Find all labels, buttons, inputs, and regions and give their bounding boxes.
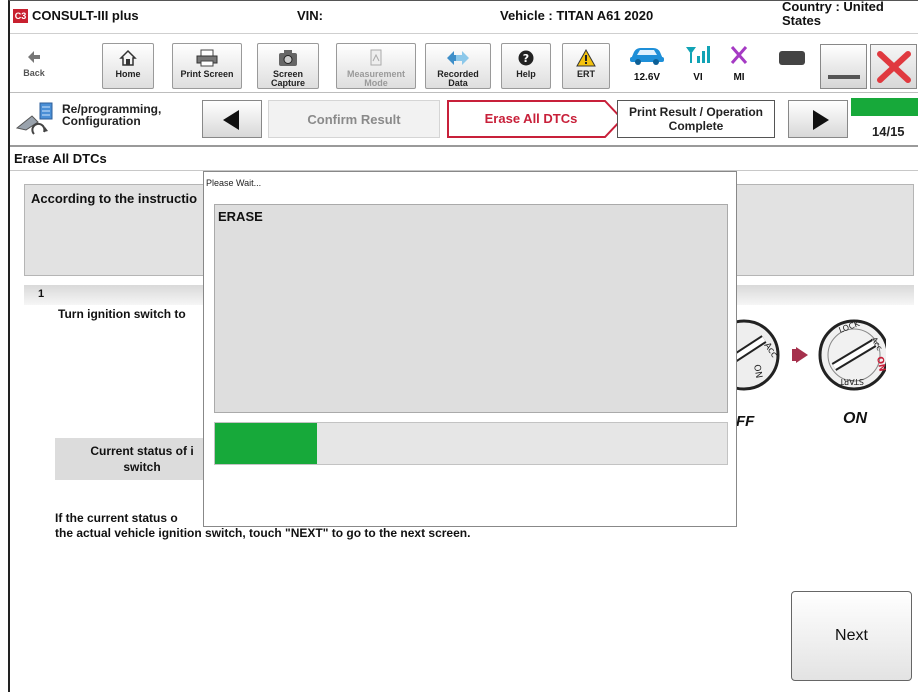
- ert-label: ERT: [577, 69, 595, 79]
- warning-icon: [563, 44, 609, 70]
- measurement-icon: [337, 44, 415, 70]
- left-arrow-icon: [221, 109, 243, 136]
- instruction-heading: According to the instructio: [31, 191, 198, 206]
- mi-status: MI: [722, 44, 756, 83]
- vin-label: VIN:: [297, 8, 323, 23]
- minimize-button[interactable]: [820, 44, 867, 89]
- connector-icon: [779, 51, 805, 65]
- dialog-message-box: ERASE: [214, 204, 728, 413]
- next-instruction-line-2: the actual vehicle ignition switch, touc…: [55, 526, 471, 540]
- help-button[interactable]: ? Help: [501, 43, 551, 89]
- home-icon: [103, 44, 153, 70]
- home-label: Home: [115, 69, 141, 79]
- breadcrumb-title: Re/programming, Configuration: [62, 102, 162, 128]
- country-label: Country : United States: [782, 0, 884, 28]
- step-instruction: Turn ignition switch to: [58, 307, 186, 321]
- next-button[interactable]: Next: [791, 591, 912, 681]
- step-navigation-bar: Re/programming, Configuration Confirm Re…: [10, 93, 918, 147]
- svg-text:START: START: [839, 377, 864, 386]
- help-icon: ?: [502, 44, 550, 70]
- measurement-mode-button[interactable]: Measurement Mode: [336, 43, 416, 89]
- print-screen-button[interactable]: Print Screen: [172, 43, 242, 89]
- back-arrow-icon: [14, 43, 54, 69]
- close-icon: [875, 49, 913, 90]
- step-progress-bar: [851, 98, 918, 116]
- battery-voltage-status: 12.6V: [622, 44, 672, 83]
- step-number: 1: [38, 288, 45, 300]
- vi-status: VI: [681, 44, 715, 83]
- ert-button[interactable]: ERT: [562, 43, 610, 89]
- ignition-on-label: ON: [843, 410, 867, 427]
- dialog-title: Please Wait...: [206, 178, 262, 188]
- title-bar: C3 CONSULT-III plus VIN: Vehicle : TITAN…: [10, 0, 918, 34]
- print-screen-label: Print Screen: [180, 69, 234, 79]
- help-label: Help: [516, 69, 536, 79]
- close-button[interactable]: [870, 44, 917, 89]
- page-title: Erase All DTCs: [10, 149, 918, 171]
- vi-label: VI: [693, 72, 703, 83]
- recorded-data-button[interactable]: Recorded Data: [425, 43, 491, 89]
- svg-text:?: ?: [523, 52, 529, 65]
- back-label: Back: [23, 68, 45, 78]
- ignition-off-label: FF: [736, 413, 755, 430]
- reprogramming-icon: [14, 100, 58, 145]
- current-step-label: Erase All DTCs: [484, 111, 578, 126]
- app-logo: C3: [13, 9, 28, 23]
- next-step-arrow-button[interactable]: [788, 100, 848, 138]
- screen-capture-label: Screen Capture: [270, 69, 305, 88]
- screen-capture-button[interactable]: Screen Capture: [257, 43, 319, 89]
- erase-progress-bar: [214, 422, 728, 465]
- page-counter: 14/15: [872, 124, 905, 139]
- disconnected-x-icon: [722, 44, 756, 72]
- app-title: CONSULT-III plus: [32, 8, 139, 23]
- current-status-label: Current status of i switch: [90, 444, 194, 474]
- measurement-mode-label: Measurement Mode: [346, 69, 406, 88]
- voltage-label: 12.6V: [633, 72, 661, 83]
- back-button[interactable]: Back: [14, 43, 54, 89]
- please-wait-dialog: Please Wait... ERASE: [203, 171, 737, 527]
- dialog-message: ERASE: [218, 209, 263, 224]
- minimize-icon: [828, 75, 860, 79]
- step-print-result: Print Result / Operation Complete: [617, 100, 775, 138]
- step-erase-all-dtcs: Erase All DTCs: [447, 100, 623, 138]
- home-button[interactable]: Home: [102, 43, 154, 89]
- toolbar: Back Home Print Screen Screen Capture Me…: [10, 34, 918, 93]
- vehicle-label: Vehicle : TITAN A61 2020: [500, 8, 654, 23]
- printer-icon: [173, 44, 241, 70]
- recorded-data-icon: [426, 44, 490, 70]
- signal-icon: [681, 44, 715, 72]
- camera-icon: [258, 44, 318, 70]
- mi-label: MI: [733, 72, 745, 83]
- recorded-data-label: Recorded Data: [437, 69, 479, 88]
- previous-step-button[interactable]: [202, 100, 262, 138]
- step-confirm-result: Confirm Result: [268, 100, 440, 138]
- ignition-key-diagram: Acc ON LOCK Acc ON START: [708, 305, 890, 418]
- erase-progress-fill: [215, 423, 318, 464]
- right-arrow-icon: [809, 109, 831, 136]
- car-icon: [622, 44, 672, 72]
